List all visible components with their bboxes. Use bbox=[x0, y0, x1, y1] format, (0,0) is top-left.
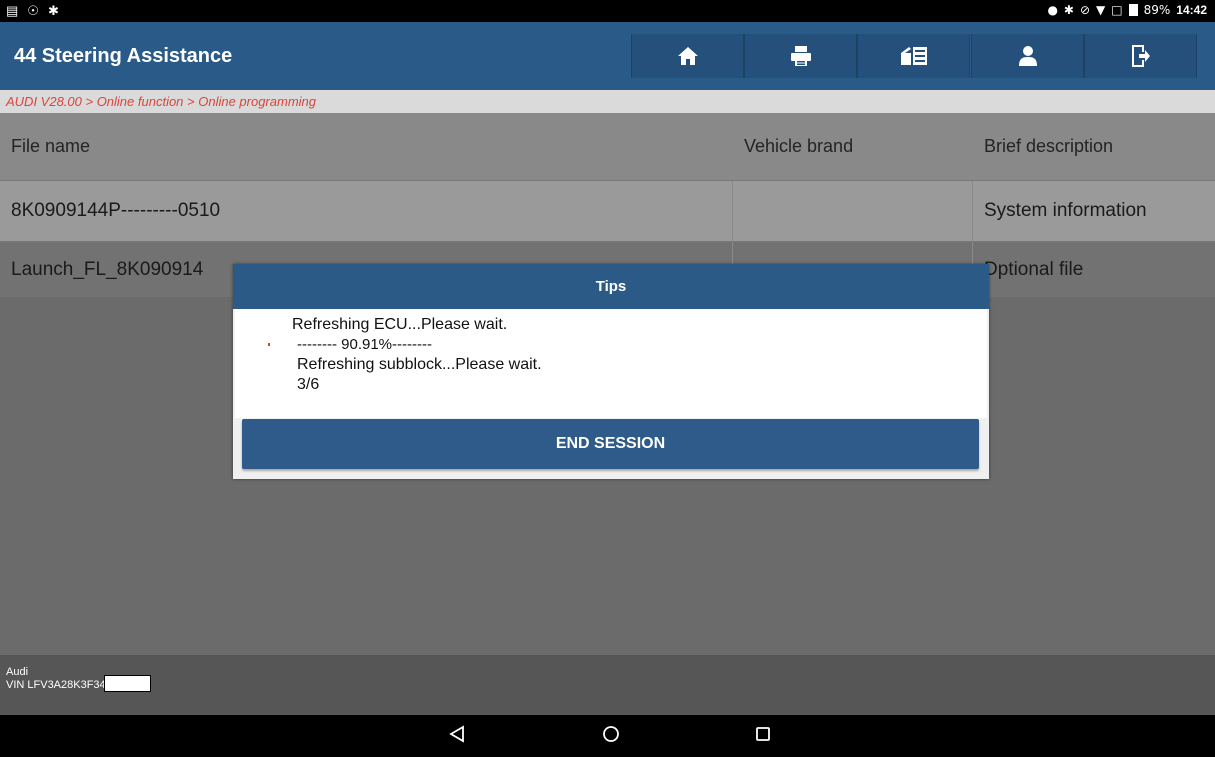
table-row[interactable]: 8K0909144P---------0510 System informati… bbox=[0, 180, 1215, 241]
loading-spinner-icon bbox=[268, 343, 270, 346]
screenshot-icon: ▤ bbox=[6, 3, 19, 18]
report-icon bbox=[900, 47, 927, 65]
vehicle-brand-cell bbox=[733, 181, 973, 241]
exit-button[interactable] bbox=[1084, 34, 1197, 78]
user-button[interactable] bbox=[971, 34, 1084, 78]
home-nav-button[interactable] bbox=[602, 725, 620, 748]
tips-dialog: Tips Refreshing ECU...Please wait. -----… bbox=[233, 264, 989, 479]
vin-text: VIN LFV3A28K3F34 bbox=[6, 678, 106, 691]
back-icon bbox=[449, 725, 464, 743]
sim-icon: □ bbox=[1111, 3, 1123, 17]
status-left-icons: ▤ ☉ ✱ bbox=[6, 3, 59, 19]
page-title: 44 Steering Assistance bbox=[14, 45, 233, 67]
bluetooth-icon: ✱ bbox=[47, 3, 59, 18]
app-header: 44 Steering Assistance bbox=[0, 22, 1215, 90]
battery-icon bbox=[1128, 4, 1138, 16]
status-bar: ▤ ☉ ✱ ● ✱ ⊘ ▼ □ 89% 14:42 bbox=[0, 0, 1215, 22]
table-header: File name Vehicle brand Brief descriptio… bbox=[0, 113, 1215, 180]
square-recents-icon bbox=[756, 727, 770, 741]
dialog-title: Tips bbox=[233, 264, 989, 309]
column-header-file-name: File name bbox=[0, 113, 733, 180]
dialog-message: Refreshing ECU...Please wait. -------- 9… bbox=[235, 309, 987, 418]
vehicle-vin: VIN LFV3A28K3F34 bbox=[6, 675, 1209, 692]
home-icon bbox=[677, 47, 698, 65]
subblock-counter: 3/6 bbox=[297, 376, 320, 393]
vin-redaction bbox=[103, 675, 151, 692]
progress-percent: -------- 90.91%-------- bbox=[297, 336, 432, 353]
circle-home-icon bbox=[603, 726, 619, 742]
print-icon bbox=[790, 46, 811, 66]
dnd-icon: ⊘ bbox=[1079, 3, 1091, 17]
file-name-cell: 8K0909144P---------0510 bbox=[0, 181, 733, 241]
column-header-vehicle-brand: Vehicle brand bbox=[733, 113, 973, 180]
exit-icon bbox=[1131, 45, 1150, 67]
report-button[interactable] bbox=[857, 34, 970, 78]
column-header-brief-description: Brief description bbox=[984, 136, 1114, 156]
location-icon: ● bbox=[1047, 3, 1058, 17]
back-button[interactable] bbox=[449, 725, 465, 748]
print-button[interactable] bbox=[744, 34, 857, 78]
status-right-icons: ● ✱ ⊘ ▼ □ 89% 14:42 bbox=[1047, 3, 1207, 17]
recents-button[interactable] bbox=[755, 725, 771, 748]
vehicle-info-footer: Audi VIN LFV3A28K3F34 bbox=[0, 655, 1215, 715]
usb-debug-icon: ☉ bbox=[27, 3, 39, 18]
status-line-ecu: Refreshing ECU...Please wait. bbox=[292, 316, 508, 333]
description-cell: System information bbox=[984, 200, 1147, 221]
vehicle-make: Audi bbox=[6, 666, 29, 678]
battery-percent: 89% bbox=[1143, 3, 1171, 17]
home-button[interactable] bbox=[631, 34, 744, 78]
clock: 14:42 bbox=[1176, 3, 1207, 17]
user-icon bbox=[1018, 46, 1037, 66]
wifi-icon: ▼ bbox=[1096, 3, 1106, 17]
description-cell: Dptional file bbox=[984, 258, 1084, 280]
breadcrumb: AUDI V28.00 > Online function > Online p… bbox=[0, 90, 1215, 113]
end-session-button[interactable]: END SESSION bbox=[242, 419, 979, 469]
system-nav-bar bbox=[0, 715, 1215, 757]
bluetooth-icon: ✱ bbox=[1063, 3, 1074, 17]
status-line-subblock: Refreshing subblock...Please wait. bbox=[297, 356, 542, 373]
